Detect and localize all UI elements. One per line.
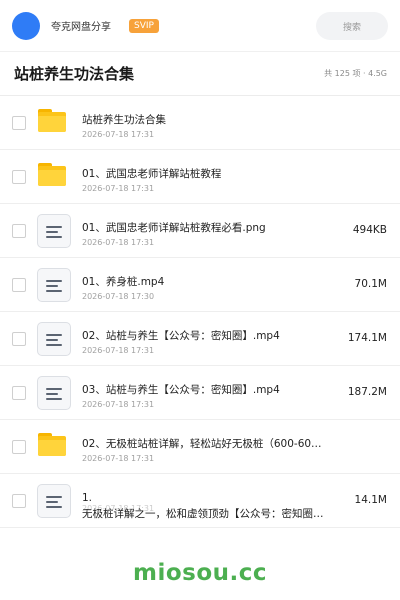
select-checkbox[interactable] <box>12 170 26 184</box>
file-date: 2026-07-18 17:31 <box>82 454 155 463</box>
svip-badge: SVIP <box>129 18 159 33</box>
file-size: 14.1M <box>354 494 387 506</box>
file-row[interactable]: 01、武国忠老师详解站桩教程必看.png 2026-07-18 17:31 49… <box>0 204 400 258</box>
file-row[interactable]: 03、站桩与养生【公众号：密知圈】.mp4 2026-07-18 17:31 1… <box>0 366 400 420</box>
document-icon <box>37 214 71 248</box>
document-icon <box>37 376 71 410</box>
select-checkbox[interactable] <box>12 494 26 508</box>
select-checkbox[interactable] <box>12 116 26 130</box>
file-size: 174.1M <box>347 332 387 344</box>
file-row[interactable]: 01、养身桩.mp4 2026-07-18 17:30 70.1M <box>0 258 400 312</box>
file-row[interactable]: 02、站桩与养生【公众号：密知圈】.mp4 2026-07-18 17:31 1… <box>0 312 400 366</box>
document-icon <box>37 484 71 518</box>
folder-icon <box>37 106 71 140</box>
file-date: 2026-07-18 17:31 <box>82 130 155 139</box>
select-checkbox[interactable] <box>12 224 26 238</box>
avatar[interactable] <box>12 11 40 40</box>
file-date: 2026-07-18 17:31 <box>82 184 155 193</box>
folder-header: 站桩养生功法合集 共 125 项 · 4.5G <box>0 52 400 96</box>
document-icon <box>37 268 71 302</box>
file-name-line-2: 无极桩详解之一，松和虚领顶劲【公众号：密知圈… <box>82 508 324 520</box>
file-name-line-1: 1. <box>82 492 93 504</box>
file-row[interactable]: 2026-07-18 17:31 1. 无极桩详解之一，松和虚领顶劲【公众号：密… <box>0 474 400 528</box>
file-date: 2026-07-18 17:31 <box>82 346 155 355</box>
file-name: 01、武国忠老师详解站桩教程必看.png <box>82 222 266 234</box>
select-checkbox[interactable] <box>12 440 26 454</box>
file-name: 02、无极桩站桩详解，轻松站好无极桩（600-60… <box>82 438 322 450</box>
file-row[interactable]: 站桩养生功法合集 2026-07-18 17:31 <box>0 96 400 150</box>
top-bar: 夸克网盘分享 SVIP 搜索 <box>0 0 400 52</box>
file-name: 01、武国忠老师详解站桩教程 <box>82 168 222 180</box>
file-row[interactable]: 01、武国忠老师详解站桩教程 2026-07-18 17:31 <box>0 150 400 204</box>
file-name: 站桩养生功法合集 <box>82 114 166 126</box>
document-icon <box>37 322 71 356</box>
watermark-text: miosou.cc <box>132 560 268 586</box>
file-name: 03、站桩与养生【公众号：密知圈】.mp4 <box>82 384 280 396</box>
file-name: 1. 无极桩详解之一，松和虚领顶劲【公众号：密知圈… <box>82 490 324 522</box>
file-name: 01、养身桩.mp4 <box>82 276 165 288</box>
select-checkbox[interactable] <box>12 278 26 292</box>
file-date: 2026-07-18 17:31 <box>82 400 155 409</box>
search-input[interactable]: 搜索 <box>316 12 388 40</box>
file-date: 2026-07-18 17:31 <box>82 238 155 247</box>
folder-icon <box>37 160 71 194</box>
select-checkbox[interactable] <box>12 386 26 400</box>
file-size: 187.2M <box>347 386 387 398</box>
search-placeholder: 搜索 <box>342 22 361 33</box>
file-name: 02、站桩与养生【公众号：密知圈】.mp4 <box>82 330 280 342</box>
file-row[interactable]: 02、无极桩站桩详解，轻松站好无极桩（600-60… 2026-07-18 17… <box>0 420 400 474</box>
page-title: 站桩养生功法合集 <box>14 65 135 83</box>
folder-icon <box>37 430 71 464</box>
file-date: 2026-07-18 17:30 <box>82 292 155 301</box>
share-name: 夸克网盘分享 <box>51 22 111 33</box>
file-size: 494KB <box>352 224 387 236</box>
select-checkbox[interactable] <box>12 332 26 346</box>
folder-summary: 共 125 项 · 4.5G <box>324 69 387 78</box>
file-size: 70.1M <box>354 278 387 290</box>
file-list: 站桩养生功法合集 2026-07-18 17:31 01、武国忠老师详解站桩教程… <box>0 96 400 528</box>
